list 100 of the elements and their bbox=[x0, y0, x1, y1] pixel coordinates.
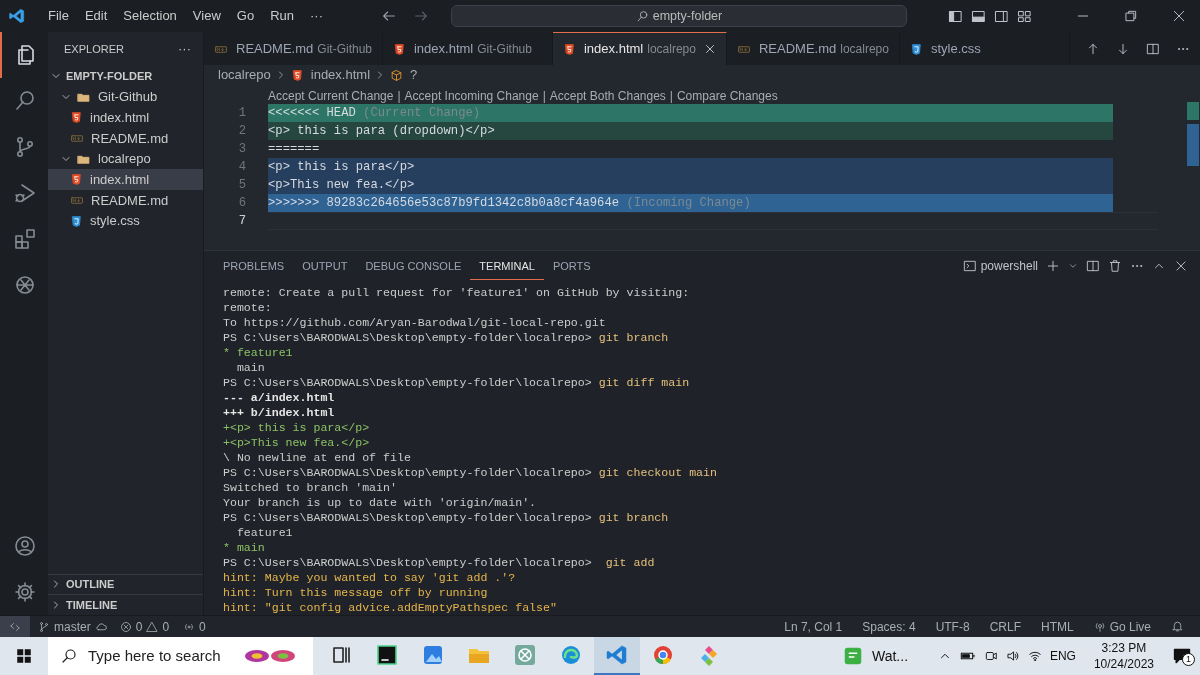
codelens-action[interactable]: Accept Both Changes bbox=[549, 88, 666, 104]
terminal-line: feature1 bbox=[235, 525, 294, 540]
branch-icon bbox=[38, 620, 50, 633]
status-item[interactable]: HTML bbox=[1040, 617, 1074, 636]
split-terminal-icon[interactable] bbox=[1086, 259, 1100, 273]
split-editor-icon[interactable] bbox=[1146, 41, 1160, 56]
terminal-line: * main bbox=[223, 540, 266, 555]
terminal-line: PS C:\Users\BARODWALS\Desktop\empty-folder\localrepo> git add bbox=[223, 555, 656, 570]
chevron-down-icon[interactable] bbox=[1068, 261, 1078, 271]
back-arrow-icon[interactable] bbox=[381, 8, 397, 24]
problems-indicator[interactable]: 0 0 bbox=[119, 617, 170, 636]
menu-item[interactable]: ··· bbox=[302, 6, 331, 26]
explorer-entry[interactable]: index.html bbox=[48, 169, 203, 191]
arrow-down-icon[interactable] bbox=[1116, 41, 1130, 56]
menu-item[interactable]: View bbox=[184, 6, 229, 26]
restore-icon[interactable] bbox=[1124, 9, 1138, 23]
chrome-icon bbox=[651, 643, 675, 667]
menu-item[interactable]: Edit bbox=[76, 6, 116, 26]
status-item[interactable]: Ln 7, Col 1 bbox=[784, 617, 843, 636]
clock-time[interactable]: 3:23 PM bbox=[1101, 640, 1147, 656]
panel-tab[interactable]: TERMINAL bbox=[470, 252, 544, 280]
terminal-line: remote: Create a pull request for 'feature1' on GitHub by visiting: bbox=[223, 285, 691, 300]
bell-icon[interactable] bbox=[1171, 620, 1184, 633]
speaker-icon[interactable] bbox=[1005, 649, 1020, 663]
branch-indicator[interactable]: master bbox=[38, 617, 108, 636]
terminal-line: PS C:\Users\BARODWALS\Desktop\empty-folder\localrepo> git branch bbox=[223, 330, 670, 345]
close-icon[interactable] bbox=[703, 43, 716, 55]
explorer-entry[interactable]: style.css bbox=[48, 210, 203, 232]
menu-item[interactable]: Go bbox=[228, 6, 263, 26]
go-live-button[interactable]: Go Live bbox=[1093, 617, 1151, 636]
breadcrumb-item[interactable]: ? bbox=[390, 65, 418, 85]
knot-icon bbox=[513, 643, 537, 667]
status-item[interactable]: Spaces: 4 bbox=[862, 617, 916, 636]
extensions-icon bbox=[13, 227, 37, 251]
explorer-entry[interactable]: README.md bbox=[48, 190, 203, 211]
terminal-icon bbox=[962, 259, 977, 273]
terminal-selector[interactable]: powershell bbox=[962, 257, 1038, 275]
ports-indicator[interactable]: 0 bbox=[183, 617, 206, 636]
broadcast-icon bbox=[1093, 620, 1106, 633]
wifi-icon[interactable] bbox=[1027, 649, 1042, 663]
folder-header[interactable]: EMPTY-FOLDER bbox=[48, 66, 203, 87]
section-header[interactable]: OUTLINE bbox=[48, 573, 203, 595]
terminal-line: hint: Maybe you wanted to say 'git add .'? bbox=[223, 570, 517, 585]
menu-item[interactable]: File bbox=[40, 6, 77, 26]
close-icon[interactable] bbox=[1172, 9, 1186, 23]
vscode-logo-icon bbox=[605, 643, 629, 667]
secondary-sidebar-icon[interactable] bbox=[994, 8, 1009, 24]
menu-item[interactable]: Selection bbox=[115, 6, 185, 26]
panel-tab[interactable]: OUTPUT bbox=[293, 252, 357, 280]
terminal-line: PS C:\Users\BARODWALS\Desktop\empty-folder\localrepo> git branch bbox=[223, 510, 670, 525]
trash-icon[interactable] bbox=[1108, 259, 1122, 273]
panel-tab[interactable]: PORTS bbox=[543, 252, 600, 280]
codelens-action[interactable]: Compare Changes bbox=[676, 88, 778, 104]
terminal-line: main bbox=[235, 360, 266, 375]
panel-toggle-icon[interactable] bbox=[971, 8, 986, 24]
layout-icon[interactable] bbox=[1017, 8, 1032, 24]
terminal-line: PS C:\Users\BARODWALS\Desktop\empty-folder\localrepo> git diff main bbox=[223, 375, 691, 390]
cloud-icon bbox=[94, 620, 108, 633]
search-icon bbox=[635, 9, 649, 23]
terminal-line: To https://github.com/Aryan-Barodwal/git-local-repo.git bbox=[223, 315, 607, 330]
panel-tab[interactable]: PROBLEMS bbox=[214, 252, 294, 280]
account-icon[interactable] bbox=[13, 534, 37, 558]
menu-item[interactable]: Run bbox=[262, 6, 302, 26]
explorer-entry[interactable]: README.md bbox=[48, 128, 203, 149]
css-file-icon bbox=[70, 214, 83, 228]
separator: | bbox=[542, 88, 546, 104]
breadcrumb-item[interactable]: index.html bbox=[290, 65, 370, 85]
settings-icon[interactable] bbox=[13, 580, 37, 604]
codelens-action[interactable]: Accept Current Change bbox=[268, 88, 394, 104]
forward-arrow-icon[interactable] bbox=[413, 8, 429, 24]
plus-icon[interactable] bbox=[1046, 259, 1060, 273]
status-item[interactable]: UTF-8 bbox=[935, 617, 970, 636]
knot-icon bbox=[13, 273, 37, 297]
panel-tab[interactable]: DEBUG CONSOLE bbox=[356, 252, 471, 280]
windows-logo-icon[interactable] bbox=[15, 647, 33, 665]
terminal-line: hint: "git config advice.addEmptyPathspec false" bbox=[223, 600, 558, 615]
search-input[interactable]: Type here to search bbox=[86, 643, 236, 669]
explorer-entry[interactable]: index.html bbox=[48, 107, 203, 129]
breadcrumb-item[interactable]: localrepo bbox=[218, 65, 271, 85]
codelens-action[interactable]: Accept Incoming Change bbox=[404, 88, 539, 104]
language-indicator[interactable]: ENG bbox=[1049, 647, 1076, 665]
line-number: 2 bbox=[237, 123, 247, 140]
status-item[interactable]: CRLF bbox=[989, 617, 1021, 636]
terminal-line: +++ b/index.html bbox=[223, 405, 336, 420]
terminal-line: * feature1 bbox=[223, 345, 294, 360]
clock-date[interactable]: 10/24/2023 bbox=[1093, 656, 1154, 672]
terminal-line: Your branch is up to date with 'origin/main'. bbox=[223, 495, 538, 510]
explorer-folder[interactable]: Git-Github bbox=[48, 86, 203, 108]
sidebar-toggle-icon[interactable] bbox=[948, 8, 963, 24]
explorer-folder[interactable]: localrepo bbox=[48, 148, 203, 170]
taskbar-search-bar[interactable]: Type here to search bbox=[48, 637, 313, 675]
taskbar-app[interactable]: Wat... bbox=[842, 645, 909, 667]
camera-icon[interactable] bbox=[983, 649, 998, 663]
editor-tab[interactable]: index.html localrepo bbox=[553, 32, 727, 65]
pycharm-icon bbox=[375, 643, 399, 667]
more-actions-button[interactable]: ··· bbox=[178, 39, 191, 59]
separator: | bbox=[669, 88, 673, 104]
command-search-field[interactable]: empty-folder bbox=[451, 5, 907, 27]
arrow-up-icon[interactable] bbox=[1086, 41, 1100, 56]
close-icon[interactable] bbox=[1174, 259, 1188, 273]
